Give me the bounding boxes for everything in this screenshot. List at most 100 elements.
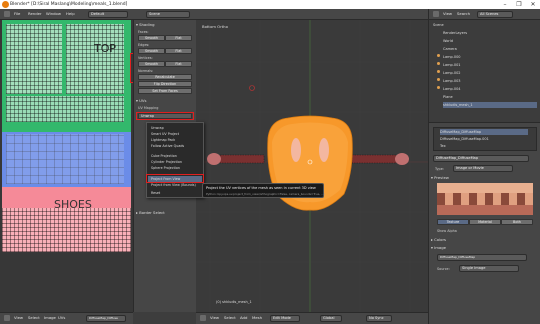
menu-item-follow-active-quads[interactable]: Follow Active Quads xyxy=(151,144,184,148)
uv-editor-type-icon[interactable] xyxy=(4,315,10,321)
outliner: Scene RenderLayers World Camera Lamp.000… xyxy=(428,20,540,122)
viewport-scene xyxy=(196,20,428,312)
outliner-row-selected[interactable]: shkludis_mesh_1 xyxy=(443,102,537,108)
properties-editor: DiffuseMap_DiffuseMap DiffuseMap_Diffuse… xyxy=(428,122,540,324)
outliner-row[interactable]: Plane xyxy=(443,94,453,100)
menu-help[interactable]: Help xyxy=(66,11,75,16)
uv-menu-image[interactable]: Image xyxy=(44,315,56,320)
menu-item-cylinder-projection[interactable]: Cylinder Projection xyxy=(151,160,182,164)
menu-window[interactable]: Window xyxy=(46,11,61,16)
uv-mapping-label: UV Mapping xyxy=(138,106,159,110)
faces-flat-button[interactable]: Flat xyxy=(165,35,192,41)
uv-menu-view[interactable]: View xyxy=(14,315,23,320)
shading-header[interactable]: ▾ Shading xyxy=(136,22,195,28)
menu-item-reset[interactable]: Reset xyxy=(151,191,160,195)
maximize-button[interactable]: ❐ xyxy=(512,0,526,9)
preview-both-tab[interactable]: Both xyxy=(501,219,533,225)
mode-dropdown[interactable]: Edit Mode xyxy=(270,315,300,322)
image-name-field[interactable]: DiffuseMap_DiffuseMap xyxy=(437,254,527,261)
uv-image-dropdown[interactable]: DiffuseMap_Diffuse xyxy=(86,315,126,322)
vp-menu-mesh[interactable]: Mesh xyxy=(252,315,262,320)
faces-smooth-button[interactable]: Smooth xyxy=(138,35,165,41)
recalculate-button[interactable]: Recalculate xyxy=(138,74,192,80)
image-header[interactable]: ▾ Image xyxy=(431,245,490,251)
edges-sharp-button[interactable]: Flat xyxy=(165,48,192,54)
vertices-sharp-button[interactable]: Flat xyxy=(165,61,192,67)
window-title: Blender* [D:\Siral Maslang\Modeling\meal… xyxy=(10,2,128,7)
show-alpha-checkbox[interactable]: Show Alpha xyxy=(437,229,457,233)
preview-header[interactable]: ▾ Preview xyxy=(431,175,490,181)
border-select-header[interactable]: ▸ Border Select xyxy=(136,210,195,216)
preview-material-tab[interactable]: Material xyxy=(469,219,501,225)
menu-item-lightmap-pack[interactable]: Lightmap Pack xyxy=(151,138,175,142)
texture-slot[interactable]: DiffuseMap_DiffuseMap.001 xyxy=(440,136,489,142)
outliner-row[interactable]: World xyxy=(443,38,453,44)
uv-island-shoes xyxy=(2,208,131,252)
texture-name-field[interactable]: DiffuseMap_DiffuseMap xyxy=(433,155,529,162)
flip-direction-button[interactable]: Flip Direction xyxy=(138,81,192,87)
outliner-row[interactable]: Lamp.001 xyxy=(443,62,461,68)
layout-dropdown[interactable]: Default xyxy=(88,11,128,18)
vp-menu-view[interactable]: View xyxy=(210,315,219,320)
viewport-editor-type-icon[interactable] xyxy=(200,315,206,321)
lamp-icon xyxy=(437,54,440,57)
uvs-header[interactable]: ▾ UVs xyxy=(136,98,195,104)
outliner-row[interactable]: Scene xyxy=(433,22,444,28)
outliner-row[interactable]: Lamp.002 xyxy=(443,70,461,76)
unwrap-menu: Unwrap Smart UV Project Lightmap Pack Fo… xyxy=(146,122,204,198)
editor-type-icon[interactable] xyxy=(4,11,10,17)
highlight-box-unwrap xyxy=(136,112,194,120)
outliner-filter-dropdown[interactable]: All Scenes xyxy=(477,11,513,18)
source-dropdown[interactable]: Single Image xyxy=(459,265,519,272)
menu-item-project-from-view-bounds[interactable]: Project from View (Bounds) xyxy=(151,183,196,187)
source-label: Source: xyxy=(437,267,450,271)
left-arm xyxy=(220,155,264,163)
vp-menu-select[interactable]: Select xyxy=(224,315,236,320)
menu-file[interactable]: File xyxy=(14,11,20,16)
outliner-row[interactable]: RenderLayers xyxy=(443,30,467,36)
viewport-header xyxy=(196,9,428,20)
texture-type-dropdown[interactable]: Image or Movie xyxy=(453,165,513,172)
left-foot xyxy=(291,138,301,162)
viewport-footer: View Select Add Mesh Edit Mode Global No… xyxy=(196,312,428,324)
3d-viewport[interactable]: Bottom Ortho (0) shkludis_mesh_1 xyxy=(196,20,428,312)
uv-menu-uvs[interactable]: UVs xyxy=(58,315,65,320)
pivot-dropdown[interactable]: Global xyxy=(320,315,342,322)
uv-island-pants xyxy=(6,134,124,184)
texture-slot-list[interactable]: DiffuseMap_DiffuseMap DiffuseMap_Diffuse… xyxy=(433,127,537,151)
texture-slot[interactable]: Tex xyxy=(440,143,446,149)
edges-smooth-button[interactable]: Smooth xyxy=(138,48,165,54)
menu-item-cube-projection[interactable]: Cube Projection xyxy=(151,154,177,158)
uv-canvas[interactable]: TOP SHOES xyxy=(2,20,131,252)
object-name-label: (0) shkludis_mesh_1 xyxy=(216,300,252,304)
outliner-row[interactable]: Lamp.003 xyxy=(443,78,461,84)
scene-dropdown[interactable]: Scene xyxy=(146,11,190,18)
close-button[interactable]: ✕ xyxy=(526,0,540,9)
texture-slot[interactable]: DiffuseMap_DiffuseMap xyxy=(440,129,528,135)
outliner-type-icon[interactable] xyxy=(433,11,439,17)
menu-item-smart-uv-project[interactable]: Smart UV Project xyxy=(151,132,179,136)
uv-menu-select[interactable]: Select xyxy=(28,315,40,320)
vp-menu-add[interactable]: Add xyxy=(240,315,247,320)
preview-texture-tab[interactable]: Texture xyxy=(437,219,469,225)
tooltip-python: Python: bpy.ops.uv.project_from_view(ort… xyxy=(206,192,325,196)
uv-image-editor[interactable]: TOP SHOES xyxy=(0,20,133,312)
outliner-row[interactable]: Lamp.000 xyxy=(443,54,461,60)
menu-item-sphere-projection[interactable]: Sphere Projection xyxy=(151,166,180,170)
3d-cursor-icon xyxy=(249,85,255,91)
set-from-faces-button[interactable]: Set From Faces xyxy=(138,88,192,94)
colors-header[interactable]: ▸ Colors xyxy=(431,237,490,243)
outliner-header: View Search All Scenes xyxy=(428,9,540,20)
uv-label-top: TOP xyxy=(94,42,117,55)
outliner-row[interactable]: Camera xyxy=(443,46,457,52)
vertices-smooth-button[interactable]: Smooth xyxy=(138,61,165,67)
menu-item-unwrap[interactable]: Unwrap xyxy=(151,126,164,130)
minimize-button[interactable]: – xyxy=(498,0,512,9)
menu-render[interactable]: Render xyxy=(28,11,42,16)
outliner-row[interactable]: Lamp.004 xyxy=(443,86,461,92)
faces-label: Faces: xyxy=(138,30,149,34)
outliner-menu-search[interactable]: Search xyxy=(457,11,470,16)
outliner-menu-view[interactable]: View xyxy=(443,11,452,16)
type-label: Type: xyxy=(435,167,444,171)
sync-dropdown[interactable]: No Sync xyxy=(366,315,392,322)
